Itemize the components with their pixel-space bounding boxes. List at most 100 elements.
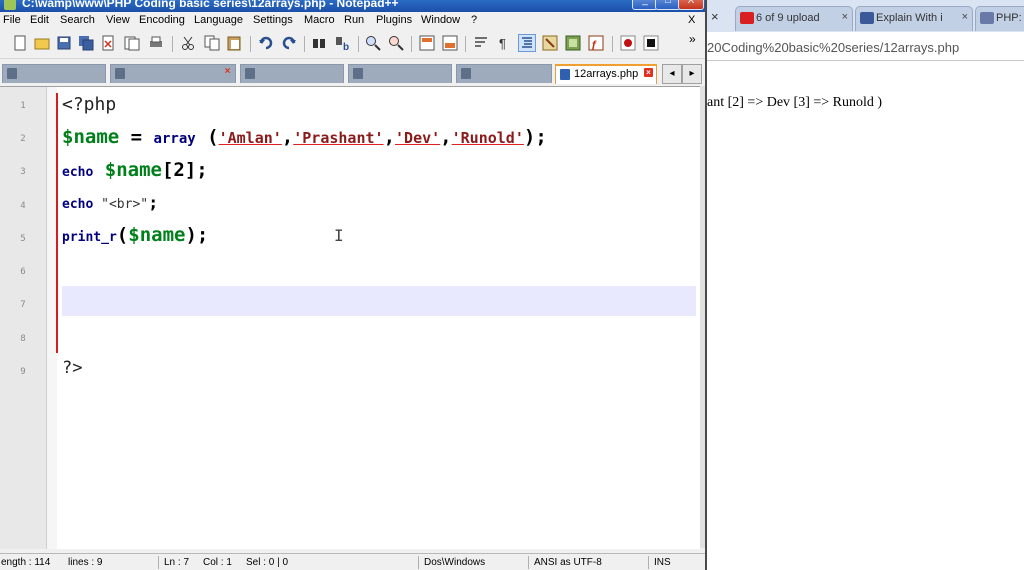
document-close-icon[interactable]: X: [688, 14, 695, 26]
menu-language[interactable]: Language: [194, 14, 243, 26]
tab-scroll-right-button[interactable]: ▸: [682, 64, 702, 84]
keyword-token: print_r: [62, 230, 117, 245]
save-icon[interactable]: [56, 35, 72, 51]
menu-view[interactable]: View: [106, 14, 130, 26]
zoom-in-icon[interactable]: [365, 35, 381, 51]
close-button[interactable]: X: [678, 0, 704, 10]
zoom-out-icon[interactable]: [388, 35, 404, 51]
tab-document-3[interactable]: [240, 64, 344, 83]
menu-run[interactable]: Run: [344, 14, 364, 26]
word-wrap-icon[interactable]: [473, 35, 489, 51]
semicolon-token: ;: [196, 159, 208, 181]
browser-tab-youtube[interactable]: 6 of 9 upload ×: [735, 6, 853, 31]
menu-window[interactable]: Window: [421, 14, 460, 26]
user-language-icon[interactable]: [542, 35, 558, 51]
menu-search[interactable]: Search: [60, 14, 95, 26]
tab-close-icon[interactable]: ×: [842, 11, 848, 23]
php-output-text: ant [2] => Dev [3] => Runold ): [707, 95, 883, 110]
undo-icon[interactable]: [258, 35, 274, 51]
string-token: 'Dev': [395, 129, 441, 147]
document-tab-bar: × 12arrays.php × ◂ ▸: [0, 62, 705, 84]
browser-window: × 6 of 9 upload × Explain With i × PHP: …: [705, 0, 1024, 570]
paste-icon[interactable]: [226, 35, 242, 51]
address-bar[interactable]: 20Coding%20basic%20series/12arrays.php: [707, 32, 1024, 61]
indent-guide-icon[interactable]: [518, 34, 536, 52]
show-all-chars-icon[interactable]: ¶: [496, 35, 512, 51]
tab-12arrays[interactable]: 12arrays.php ×: [555, 64, 657, 84]
open-file-icon[interactable]: [34, 35, 50, 51]
variable-token: $name: [93, 159, 162, 181]
code-line-3: echo $name[2];: [62, 159, 208, 181]
browser-tab-php[interactable]: PHP: I: [975, 6, 1024, 31]
line-number: 2: [20, 134, 26, 144]
status-eol: Dos\Windows: [424, 557, 486, 568]
file-icon: [7, 68, 17, 79]
line-number: 7: [20, 300, 26, 310]
file-icon: [245, 68, 255, 79]
cut-icon[interactable]: [180, 35, 196, 51]
sync-vertical-icon[interactable]: [419, 35, 435, 51]
print-icon[interactable]: [148, 35, 164, 51]
string-token: 'Amlan': [218, 129, 282, 147]
tab-document-4[interactable]: [348, 64, 452, 83]
paren-token: (: [195, 126, 219, 148]
php-icon: [980, 12, 994, 24]
browser-tab-label: PHP: I: [996, 12, 1024, 24]
tab-close-icon[interactable]: ×: [962, 11, 968, 23]
notepadpp-logo-icon: [4, 0, 16, 10]
youtube-icon: [740, 12, 754, 24]
code-line-5: print_r($name);: [62, 224, 208, 246]
tab-document-1[interactable]: [2, 64, 106, 83]
tab-scroll-left-button[interactable]: ◂: [662, 64, 682, 84]
browser-tab-strip: × 6 of 9 upload × Explain With i × PHP: …: [707, 0, 1024, 32]
replace-icon[interactable]: b: [335, 35, 351, 51]
string-token: "<br>": [93, 197, 149, 212]
fold-marker-line: [56, 93, 58, 353]
keyword-token: echo: [62, 197, 94, 212]
copy-icon[interactable]: [204, 35, 220, 51]
line-number: 4: [20, 201, 26, 211]
string-token: 'Runold': [451, 129, 524, 147]
code-line-9: ?>: [62, 358, 82, 378]
status-encoding: ANSI as UTF-8: [534, 557, 602, 568]
svg-text:ƒ: ƒ: [591, 39, 597, 51]
redo-icon[interactable]: [281, 35, 297, 51]
record-macro-icon[interactable]: [620, 35, 636, 51]
tab-close-icon[interactable]: ×: [711, 9, 719, 24]
new-file-icon[interactable]: [12, 35, 28, 51]
document-map-icon[interactable]: [565, 35, 581, 51]
svg-text:b: b: [343, 42, 349, 51]
menu-help[interactable]: ?: [471, 14, 477, 26]
find-icon[interactable]: [311, 35, 327, 51]
code-editor[interactable]: 1 2 3 4 5 6 7 8 9 <?php $name = array ('…: [0, 86, 700, 549]
line-number-gutter: 1 2 3 4 5 6 7 8 9: [0, 87, 47, 549]
semicolon-token: ;: [148, 193, 159, 213]
close-file-icon[interactable]: [100, 35, 116, 51]
menu-settings[interactable]: Settings: [253, 14, 293, 26]
menu-encoding[interactable]: Encoding: [139, 14, 185, 26]
sync-horizontal-icon[interactable]: [442, 35, 458, 51]
browser-tab-label: 6 of 9 upload: [756, 12, 820, 24]
svg-text:¶: ¶: [499, 36, 506, 51]
keyword-token: echo: [62, 165, 94, 180]
tab-close-icon[interactable]: ×: [223, 67, 232, 77]
tab-close-icon[interactable]: ×: [644, 68, 653, 77]
close-all-icon[interactable]: [124, 35, 140, 51]
file-icon: [115, 68, 125, 79]
menu-plugins[interactable]: Plugins: [376, 14, 412, 26]
browser-tab-facebook[interactable]: Explain With i ×: [855, 6, 973, 31]
stop-macro-icon[interactable]: [643, 35, 659, 51]
tab-document-2[interactable]: ×: [110, 64, 236, 83]
page-content: ant [2] => Dev [3] => Runold ): [707, 61, 1024, 570]
file-icon: [353, 68, 363, 79]
url-text: 20Coding%20basic%20series/12arrays.php: [707, 40, 960, 55]
menu-edit[interactable]: Edit: [30, 14, 49, 26]
window-title: C:\wamp\www\PHP Coding basic series\12ar…: [22, 0, 399, 10]
save-all-icon[interactable]: [78, 35, 94, 51]
menu-file[interactable]: File: [3, 14, 21, 26]
menu-macro[interactable]: Macro: [304, 14, 335, 26]
status-length: ength : 114: [1, 557, 51, 568]
tab-document-5[interactable]: [456, 64, 552, 83]
toolbar-overflow-icon[interactable]: »: [689, 32, 696, 46]
function-list-icon[interactable]: ƒ: [588, 35, 604, 51]
